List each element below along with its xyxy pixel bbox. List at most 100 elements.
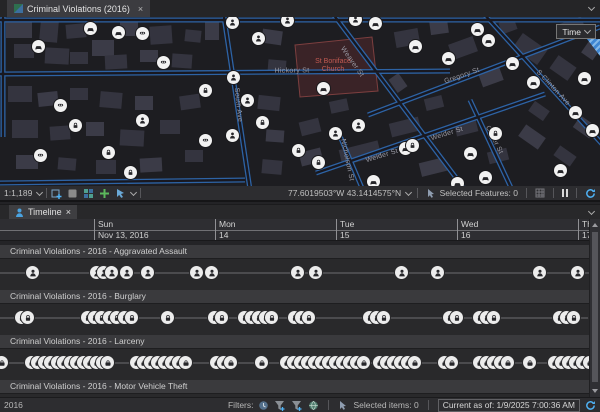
timeline-event-bag[interactable]	[254, 355, 269, 370]
map-marker-lock[interactable]	[406, 139, 419, 152]
timeline-event-bag[interactable]	[356, 355, 371, 370]
map-marker-car[interactable]	[479, 171, 492, 184]
map-marker-lock[interactable]	[69, 119, 82, 132]
timeline-event-bag[interactable]	[178, 355, 193, 370]
scale-value[interactable]: 1:1,189	[4, 188, 32, 198]
timeline-event-bag[interactable]	[407, 355, 422, 370]
timeline-day-column[interactable]: Wed16	[457, 219, 478, 240]
timeline-tab[interactable]: Timeline ×	[9, 205, 77, 219]
timeline-event-lock[interactable]	[566, 310, 581, 325]
close-icon[interactable]: ×	[138, 4, 143, 14]
chevron-down-icon[interactable]	[588, 4, 595, 11]
map-marker-person[interactable]	[349, 17, 362, 26]
map-marker-car[interactable]	[112, 26, 125, 39]
timeline-event-lock[interactable]	[486, 310, 501, 325]
map-marker-car[interactable]	[569, 106, 582, 119]
timeline-day-column[interactable]: Mon14	[215, 219, 236, 240]
map-marker-mask[interactable]	[54, 99, 67, 112]
scrollbar-thumb[interactable]	[592, 232, 598, 382]
map-view-tab[interactable]: Criminal Violations (2016) ×	[7, 0, 150, 17]
chevron-down-icon[interactable]	[36, 188, 43, 195]
timeline-event-lock[interactable]	[160, 310, 175, 325]
timeline-event-lock[interactable]	[124, 310, 139, 325]
timeline-row-track[interactable]	[0, 259, 600, 290]
timeline-event-bag[interactable]	[0, 355, 9, 370]
timeline-event-person[interactable]	[140, 265, 155, 280]
timeline-event-person[interactable]	[308, 265, 323, 280]
map-marker-car[interactable]	[442, 52, 455, 65]
map-marker-car[interactable]	[554, 164, 567, 177]
attribute-table-icon[interactable]	[535, 188, 545, 198]
timeline-event-bag[interactable]	[223, 355, 238, 370]
map-marker-lock[interactable]	[312, 156, 325, 169]
timeline-event-lock[interactable]	[264, 310, 279, 325]
timeline-event-lock[interactable]	[301, 310, 316, 325]
timeline-day-column[interactable]: SunNov 13, 2016	[94, 219, 149, 240]
map-marker-car[interactable]	[317, 82, 330, 95]
filter-icon[interactable]	[291, 400, 303, 411]
timeline-event-person[interactable]	[394, 265, 409, 280]
map-marker-lock[interactable]	[489, 127, 502, 140]
timeline-event-bag[interactable]	[522, 355, 537, 370]
timeline-header[interactable]: SunNov 13, 2016Mon14Tue15Wed16Thu17	[0, 219, 600, 241]
add-feature-icon[interactable]	[51, 188, 62, 199]
timeline-event-lock[interactable]	[20, 310, 35, 325]
map-marker-person[interactable]	[281, 17, 294, 27]
map-marker-person[interactable]	[352, 119, 365, 132]
refresh-icon[interactable]	[585, 188, 596, 199]
map-marker-mask[interactable]	[199, 134, 212, 147]
select-box-icon[interactable]	[67, 188, 78, 199]
map-marker-car[interactable]	[409, 40, 422, 53]
coordinates-readout[interactable]: 77.6019503°W 43.1414575°N	[288, 188, 401, 198]
globe-filter-icon[interactable]	[308, 400, 319, 411]
timeline-event-bag[interactable]	[500, 355, 515, 370]
timeline-row-track[interactable]	[0, 349, 600, 380]
chevron-down-icon[interactable]	[588, 207, 595, 214]
map-marker-car[interactable]	[506, 57, 519, 70]
map-marker-person[interactable]	[252, 32, 265, 45]
add-icon[interactable]	[99, 188, 110, 199]
edit-pointer-icon[interactable]	[115, 188, 126, 199]
map-marker-mask[interactable]	[136, 27, 149, 40]
timeline-event-person[interactable]	[532, 265, 547, 280]
timeline-event-person[interactable]	[290, 265, 305, 280]
map-marker-person[interactable]	[226, 17, 239, 29]
timeline-event-bag[interactable]	[444, 355, 459, 370]
map-marker-person[interactable]	[227, 71, 240, 84]
time-filter-icon[interactable]	[258, 400, 269, 411]
timeline-event-person[interactable]	[189, 265, 204, 280]
map-marker-lock[interactable]	[292, 144, 305, 157]
map-marker-car[interactable]	[527, 76, 540, 89]
scroll-up-icon[interactable]	[592, 223, 598, 227]
basemap-icon[interactable]	[83, 188, 94, 199]
map-marker-car[interactable]	[578, 72, 591, 85]
pause-icon[interactable]	[562, 189, 568, 197]
map-marker-car[interactable]	[369, 17, 382, 30]
map-marker-car[interactable]	[32, 40, 45, 53]
map-marker-person[interactable]	[241, 94, 254, 107]
chevron-down-icon[interactable]	[130, 188, 137, 195]
map-marker-lock[interactable]	[124, 166, 137, 179]
time-button[interactable]: Time	[556, 24, 596, 39]
map-marker-car[interactable]	[482, 34, 495, 47]
timeline-event-person[interactable]	[430, 265, 445, 280]
map-view[interactable]: St Boniface Church Hickory StSouth AveWe…	[0, 17, 600, 186]
timeline-event-bag[interactable]	[100, 355, 115, 370]
timeline-scrollbar[interactable]	[589, 219, 600, 397]
timeline-event-person[interactable]	[570, 265, 585, 280]
scroll-down-icon[interactable]	[592, 389, 598, 393]
map-marker-car[interactable]	[451, 177, 464, 187]
close-icon[interactable]: ×	[66, 207, 71, 217]
timeline-event-person[interactable]	[119, 265, 134, 280]
timeline-day-column[interactable]: Tue15	[336, 219, 354, 240]
map-marker-lock[interactable]	[102, 146, 115, 159]
timeline-event-person[interactable]	[104, 265, 119, 280]
map-marker-car[interactable]	[367, 175, 380, 187]
map-marker-person[interactable]	[226, 129, 239, 142]
refresh-icon[interactable]	[585, 400, 596, 411]
map-marker-car[interactable]	[471, 23, 484, 36]
timeline-event-person[interactable]	[204, 265, 219, 280]
map-marker-lock[interactable]	[256, 116, 269, 129]
map-marker-mask[interactable]	[34, 149, 47, 162]
map-marker-person[interactable]	[136, 114, 149, 127]
